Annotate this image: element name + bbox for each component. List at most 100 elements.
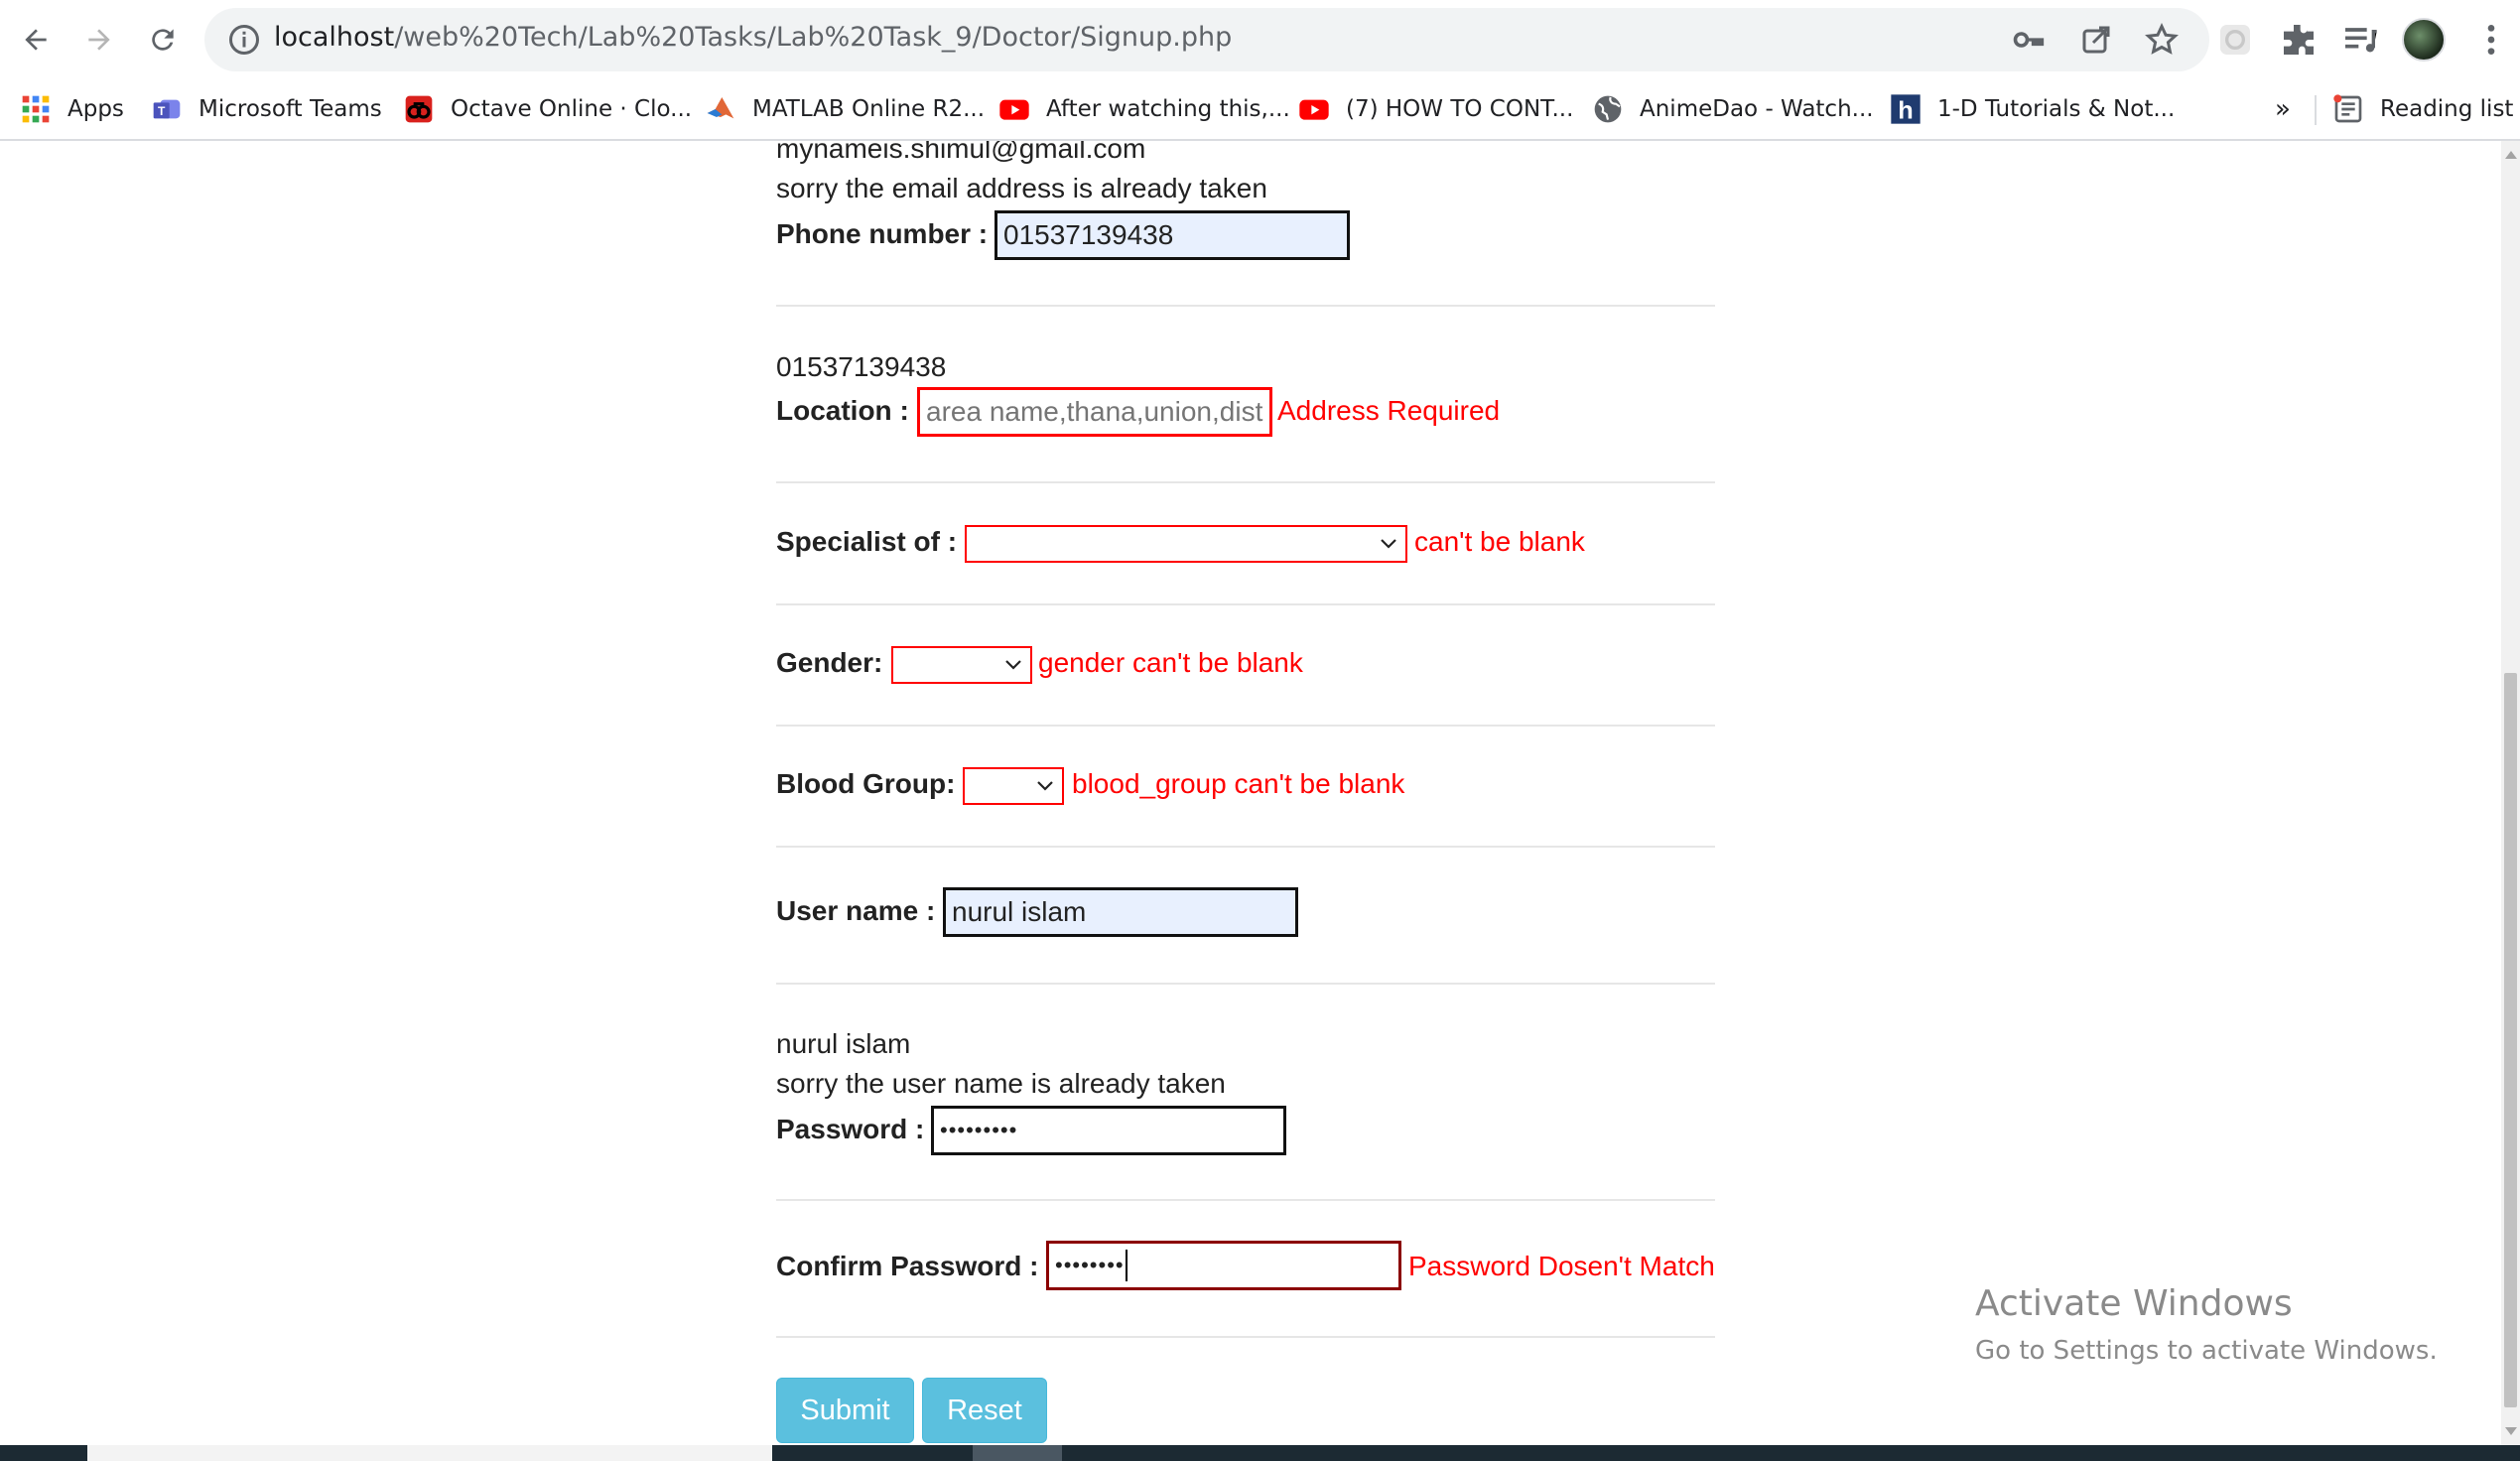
password-key-icon[interactable] xyxy=(2011,22,2047,58)
media-queue-icon[interactable] xyxy=(2340,20,2380,60)
email-echo-text: mynameis.shimul@gmail.com xyxy=(776,141,1146,164)
chevron-down-icon xyxy=(1381,539,1396,549)
bookmark-apps[interactable]: Apps xyxy=(20,89,124,129)
svg-text:h: h xyxy=(1898,96,1913,124)
teams-icon: T xyxy=(153,99,181,119)
bookmark-1d-tutorials[interactable]: h 1-D Tutorials & Not... xyxy=(1890,89,2175,129)
forward-button[interactable] xyxy=(71,12,127,67)
divider xyxy=(776,846,1715,848)
bookmark-how-to-cont[interactable]: (7) HOW TO CONT... xyxy=(1298,89,1573,129)
browser-toolbar: localhost/web%20Tech/Lab%20Tasks/Lab%20T… xyxy=(0,0,2520,79)
youtube-icon xyxy=(1299,99,1329,120)
bookmarks-bar: Apps T Microsoft Teams Octave Online · C… xyxy=(0,79,2520,141)
matlab-icon xyxy=(707,97,734,119)
activate-windows-watermark: Activate Windows Go to Settings to activ… xyxy=(1975,1283,2438,1366)
bookmark-after-watching[interactable]: After watching this,... xyxy=(998,89,1290,129)
youtube-icon xyxy=(999,99,1029,120)
chevron-down-icon xyxy=(1005,660,1021,670)
chevron-down-icon xyxy=(1037,781,1053,791)
extension-ghost-icon[interactable] xyxy=(2215,20,2255,60)
page-scrollbar[interactable] xyxy=(2501,141,2520,1445)
bookmark-label: Apps xyxy=(67,96,124,122)
watermark-subtitle: Go to Settings to activate Windows. xyxy=(1975,1336,2438,1366)
page-viewport: mynameis.shimul@gmail.com sorry the emai… xyxy=(0,141,2501,1445)
reading-list-icon xyxy=(2333,94,2362,123)
phone-label: Phone number : xyxy=(776,218,989,249)
forward-arrow-icon xyxy=(88,29,110,51)
phone-echo-text: 01537139438 xyxy=(776,351,947,382)
bookmark-animedao[interactable]: AnimeDao - Watch... xyxy=(1592,89,1874,129)
text-caret xyxy=(1125,1250,1127,1281)
bookmark-matlab-online[interactable]: MATLAB Online R2... xyxy=(705,89,985,129)
octave-icon xyxy=(405,95,433,123)
password-label: Password : xyxy=(776,1114,925,1144)
bookmarks-overflow-button[interactable]: » xyxy=(2275,89,2291,129)
blood-group-label: Blood Group: xyxy=(776,768,956,799)
reset-button[interactable]: Reset xyxy=(922,1378,1047,1443)
scroll-up-arrow-icon[interactable] xyxy=(2505,151,2517,159)
divider xyxy=(776,1199,1715,1201)
username-error-text: sorry the user name is already taken xyxy=(776,1068,1226,1099)
divider xyxy=(776,725,1715,727)
blood-group-error: blood_group can't be blank xyxy=(1072,768,1405,799)
reload-button[interactable] xyxy=(135,12,191,67)
reading-list-button[interactable]: Reading list xyxy=(2332,89,2513,129)
confirm-password-input[interactable]: •••••••• xyxy=(1046,1241,1401,1290)
username-echo-text: nurul islam xyxy=(776,1028,911,1059)
share-icon[interactable] xyxy=(2078,22,2114,58)
username-label: User name : xyxy=(776,895,936,926)
apps-grid-icon xyxy=(22,95,50,123)
bookmark-star-icon[interactable] xyxy=(2144,22,2180,58)
back-arrow-icon xyxy=(25,29,47,51)
divider xyxy=(776,481,1715,483)
watermark-title: Activate Windows xyxy=(1975,1283,2293,1324)
windows-taskbar xyxy=(0,1445,2520,1461)
location-label: Location : xyxy=(776,395,909,426)
divider xyxy=(776,305,1715,307)
globe-icon xyxy=(1594,95,1622,123)
url-text[interactable]: localhost/web%20Tech/Lab%20Tasks/Lab%20T… xyxy=(274,22,1232,53)
specialist-select[interactable] xyxy=(965,525,1407,563)
bookmark-label: (7) HOW TO CONT... xyxy=(1346,96,1574,122)
divider xyxy=(776,983,1715,985)
reload-icon xyxy=(152,29,174,51)
password-input[interactable]: ••••••••• xyxy=(931,1106,1286,1155)
address-bar[interactable]: localhost/web%20Tech/Lab%20Tasks/Lab%20T… xyxy=(204,8,2209,71)
bookmark-label: MATLAB Online R2... xyxy=(752,96,986,122)
location-error: Address Required xyxy=(1277,395,1501,426)
bookmark-label: Octave Online · Clo... xyxy=(451,96,693,122)
site-info-icon[interactable] xyxy=(226,22,262,58)
profile-avatar[interactable] xyxy=(2402,18,2446,62)
bookmark-label: AnimeDao - Watch... xyxy=(1640,96,1874,122)
username-input[interactable]: nurul islam xyxy=(943,887,1298,937)
divider xyxy=(776,603,1715,605)
submit-button[interactable]: Submit xyxy=(776,1378,914,1443)
scroll-down-arrow-icon[interactable] xyxy=(2505,1427,2517,1435)
location-input[interactable]: area name,thana,union,dist xyxy=(917,387,1272,437)
email-error-text: sorry the email address is already taken xyxy=(776,173,1267,203)
gender-select[interactable] xyxy=(891,646,1032,684)
specialist-error: can't be blank xyxy=(1414,526,1585,557)
taskbar-active-item[interactable] xyxy=(973,1445,1062,1461)
bookmarks-divider xyxy=(2315,95,2317,125)
bookmark-octave-online[interactable]: Octave Online · Clo... xyxy=(403,89,692,129)
taskbar-search-box[interactable] xyxy=(87,1445,772,1461)
specialist-label: Specialist of : xyxy=(776,526,958,557)
menu-kebab-icon[interactable] xyxy=(2471,20,2511,60)
confirm-password-error: Password Dosen't Match xyxy=(1408,1251,1715,1281)
gender-error: gender can't be blank xyxy=(1038,647,1303,678)
h-icon: h xyxy=(1891,94,1921,124)
svg-text:T: T xyxy=(158,104,166,118)
bookmark-label: After watching this,... xyxy=(1046,96,1290,122)
back-button[interactable] xyxy=(8,12,64,67)
bookmark-label: 1-D Tutorials & Not... xyxy=(1937,96,2176,122)
confirm-password-label: Confirm Password : xyxy=(776,1251,1039,1281)
bookmark-microsoft-teams[interactable]: T Microsoft Teams xyxy=(151,89,382,129)
extensions-puzzle-icon[interactable] xyxy=(2279,20,2319,60)
gender-label: Gender: xyxy=(776,647,883,678)
phone-input[interactable]: 01537139438 xyxy=(995,210,1350,260)
divider xyxy=(776,1336,1715,1338)
blood-group-select[interactable] xyxy=(963,767,1064,805)
reading-list-label: Reading list xyxy=(2380,96,2514,122)
scrollbar-thumb[interactable] xyxy=(2504,673,2517,1407)
